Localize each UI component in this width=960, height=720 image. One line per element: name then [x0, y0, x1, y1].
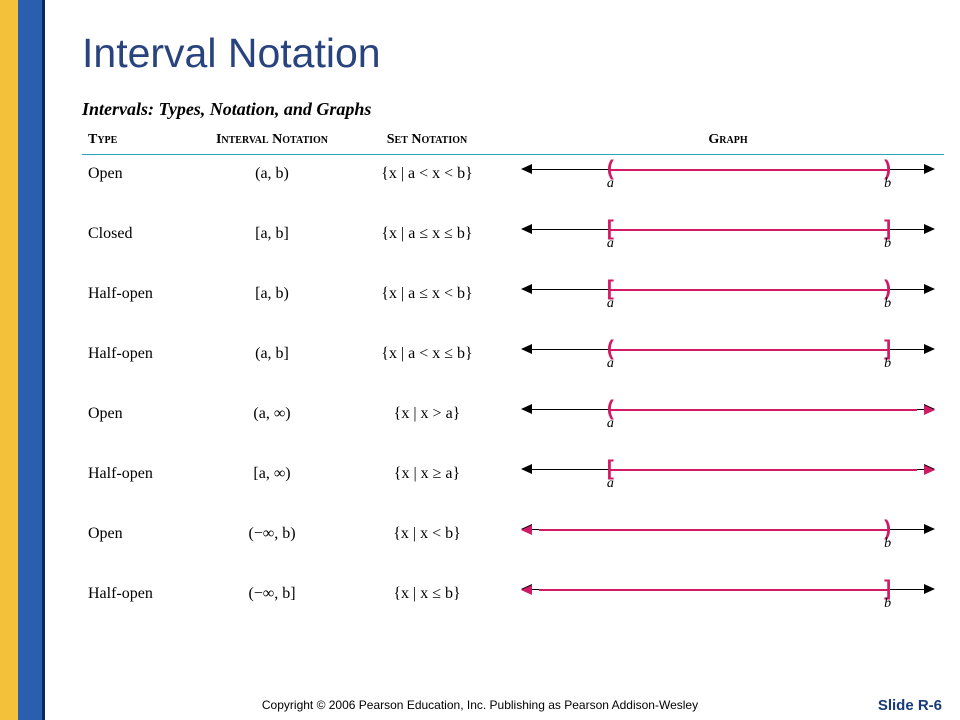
arrow-right-icon: [924, 344, 935, 354]
cell-graph: b: [512, 575, 944, 635]
interval-segment: [610, 229, 887, 231]
endpoint-label: b: [881, 176, 895, 192]
intervals-table: Type Interval Notation Set Notation Grap…: [82, 128, 944, 635]
cell-interval-notation: [a, ∞): [202, 455, 342, 515]
number-line-graph: ab: [518, 161, 938, 195]
slide-content: Interval Notation Intervals: Types, Nota…: [58, 4, 954, 716]
endpoint-label: b: [881, 356, 895, 372]
interval-segment: [610, 169, 887, 171]
column-header-interval: Interval Notation: [202, 128, 342, 155]
cell-graph: ab: [512, 275, 944, 335]
arrow-left-icon: [521, 224, 532, 234]
number-line-graph: b: [518, 581, 938, 615]
table-subtitle: Intervals: Types, Notation, and Graphs: [82, 99, 944, 120]
arrow-right-icon: [924, 284, 935, 294]
arrow-right-icon: [924, 584, 935, 594]
number-line-graph: ab: [518, 221, 938, 255]
table-row: Open(a, ∞){x | x > a} a: [82, 395, 944, 455]
cell-set-notation: {x | a < x ≤ b}: [342, 335, 512, 395]
number-line-graph: a: [518, 401, 938, 435]
segment-arrow-left-icon: [521, 525, 532, 535]
cell-interval-notation: (−∞, b): [202, 515, 342, 575]
interval-segment: [610, 289, 887, 291]
endpoint-label: b: [881, 596, 895, 612]
cell-type: Open: [82, 395, 202, 455]
cell-type: Half-open: [82, 575, 202, 635]
table-row: Closed[a, b]{x | a ≤ x ≤ b}ab: [82, 215, 944, 275]
column-header-set: Set Notation: [342, 128, 512, 155]
cell-interval-notation: (a, ∞): [202, 395, 342, 455]
table-row: Half-open[a, b){x | a ≤ x < b}ab: [82, 275, 944, 335]
cell-interval-notation: [a, b): [202, 275, 342, 335]
slide-number: Slide R-6: [878, 697, 942, 714]
table-header-row: Type Interval Notation Set Notation Grap…: [82, 128, 944, 155]
number-line-graph: ab: [518, 341, 938, 375]
endpoint-label: a: [603, 416, 617, 432]
cell-type: Open: [82, 515, 202, 575]
arrow-right-icon: [924, 524, 935, 534]
cell-type: Half-open: [82, 455, 202, 515]
cell-interval-notation: (a, b): [202, 155, 342, 215]
cell-set-notation: {x | x < b}: [342, 515, 512, 575]
table-row: Half-open[a, ∞){x | x ≥ a} a: [82, 455, 944, 515]
arrow-left-icon: [521, 284, 532, 294]
endpoint-label: a: [603, 356, 617, 372]
arrow-left-icon: [521, 404, 532, 414]
cell-set-notation: {x | x ≥ a}: [342, 455, 512, 515]
cell-set-notation: {x | a < x < b}: [342, 155, 512, 215]
interval-segment: [539, 589, 888, 591]
cell-set-notation: {x | x > a}: [342, 395, 512, 455]
endpoint-label: a: [603, 476, 617, 492]
segment-arrow-right-icon: [924, 465, 935, 475]
endpoint-label: a: [603, 296, 617, 312]
cell-graph: ab: [512, 155, 944, 215]
copyright-footer: Copyright © 2006 Pearson Education, Inc.…: [0, 698, 960, 712]
cell-type: Open: [82, 155, 202, 215]
number-line-graph: a: [518, 461, 938, 495]
endpoint-label: a: [603, 236, 617, 252]
cell-graph: a: [512, 395, 944, 455]
table-row: Half-open(a, b]{x | a < x ≤ b}ab: [82, 335, 944, 395]
interval-segment: [539, 529, 888, 531]
arrow-left-icon: [521, 464, 532, 474]
page-title: Interval Notation: [82, 30, 944, 77]
cell-graph: ab: [512, 335, 944, 395]
cell-graph: b: [512, 515, 944, 575]
column-header-graph: Graph: [512, 128, 944, 155]
arrow-left-icon: [521, 344, 532, 354]
column-header-type: Type: [82, 128, 202, 155]
number-line-graph: ab: [518, 281, 938, 315]
cell-set-notation: {x | x ≤ b}: [342, 575, 512, 635]
cell-graph: a: [512, 455, 944, 515]
cell-interval-notation: (a, b]: [202, 335, 342, 395]
table-row: Half-open(−∞, b]{x | x ≤ b} b: [82, 575, 944, 635]
interval-segment: [610, 469, 917, 471]
cell-interval-notation: [a, b]: [202, 215, 342, 275]
number-line-graph: b: [518, 521, 938, 555]
cell-type: Half-open: [82, 275, 202, 335]
slide-page: Interval Notation Intervals: Types, Nota…: [0, 0, 960, 720]
cell-interval-notation: (−∞, b]: [202, 575, 342, 635]
segment-arrow-right-icon: [924, 405, 935, 415]
arrow-left-icon: [521, 164, 532, 174]
table-row: Open(−∞, b){x | x < b} b: [82, 515, 944, 575]
cell-type: Closed: [82, 215, 202, 275]
cell-set-notation: {x | a ≤ x < b}: [342, 275, 512, 335]
cell-set-notation: {x | a ≤ x ≤ b}: [342, 215, 512, 275]
arrow-right-icon: [924, 224, 935, 234]
table-row: Open(a, b){x | a < x < b}ab: [82, 155, 944, 215]
segment-arrow-left-icon: [521, 585, 532, 595]
endpoint-label: a: [603, 176, 617, 192]
arrow-right-icon: [924, 164, 935, 174]
cell-graph: ab: [512, 215, 944, 275]
endpoint-label: b: [881, 236, 895, 252]
interval-segment: [610, 409, 917, 411]
interval-segment: [610, 349, 887, 351]
endpoint-label: b: [881, 536, 895, 552]
endpoint-label: b: [881, 296, 895, 312]
cell-type: Half-open: [82, 335, 202, 395]
decorative-band-blue: [18, 0, 42, 720]
